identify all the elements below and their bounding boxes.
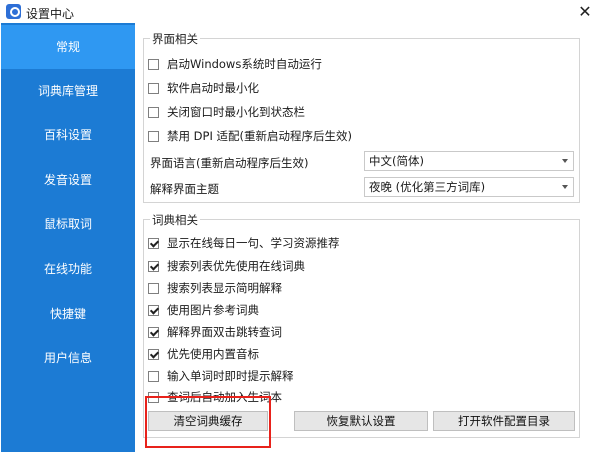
option-label: 启动Windows系统时自动运行 xyxy=(167,57,322,71)
language-select-value: 中文(简体) xyxy=(369,154,424,168)
checkbox-brief-explanation[interactable] xyxy=(148,282,159,294)
dictionary-group-title: 词典相关 xyxy=(150,212,200,228)
open-config-dir-button[interactable]: 打开软件配置目录 xyxy=(433,411,575,431)
option-label: 显示在线每日一句、学习资源推荐 xyxy=(167,236,340,250)
language-select[interactable]: 中文(简体) xyxy=(364,151,574,171)
option-label: 优先使用内置音标 xyxy=(167,347,259,361)
checkbox-start-minimized[interactable] xyxy=(148,82,159,94)
option-label: 输入单词时即时提示解释 xyxy=(167,369,294,383)
interface-group-title: 界面相关 xyxy=(150,31,200,47)
option-online-first[interactable]: 搜索列表优先使用在线词典 xyxy=(148,258,305,274)
option-minimize-to-tray[interactable]: 关闭窗口时最小化到状态栏 xyxy=(148,104,305,120)
checkbox-online-first[interactable] xyxy=(148,260,159,272)
highlight-box xyxy=(145,396,271,448)
option-label: 搜索列表优先使用在线词典 xyxy=(167,259,305,273)
chevron-down-icon xyxy=(562,185,568,189)
checkbox-instant-hint[interactable] xyxy=(148,370,159,382)
theme-select-value: 夜晚 (优化第三方词库) xyxy=(369,180,486,194)
sidebar-item-pronunciation[interactable]: 发音设置 xyxy=(1,158,135,202)
option-instant-hint[interactable]: 输入单词时即时提示解释 xyxy=(148,368,294,384)
option-label: 搜索列表显示简明解释 xyxy=(167,281,282,295)
checkbox-picture-dictionary[interactable] xyxy=(148,304,159,316)
sidebar-item-user-info[interactable]: 用户信息 xyxy=(1,336,135,380)
option-builtin-phonetic[interactable]: 优先使用内置音标 xyxy=(148,346,259,362)
option-disable-dpi[interactable]: 禁用 DPI 适配(重新启动程序后生效) xyxy=(148,128,352,144)
option-autostart[interactable]: 启动Windows系统时自动运行 xyxy=(148,56,322,72)
theme-select[interactable]: 夜晚 (优化第三方词库) xyxy=(364,177,574,197)
option-double-click-lookup[interactable]: 解释界面双击跳转查词 xyxy=(148,324,282,340)
sidebar-item-dictionary-library[interactable]: 词典库管理 xyxy=(1,69,135,113)
checkbox-minimize-to-tray[interactable] xyxy=(148,106,159,118)
language-label: 界面语言(重新启动程序后生效) xyxy=(150,156,309,170)
chevron-down-icon xyxy=(562,159,568,163)
checkbox-builtin-phonetic[interactable] xyxy=(148,348,159,360)
window-title: 设置中心 xyxy=(26,7,75,21)
checkbox-daily-sentence[interactable] xyxy=(148,237,159,249)
option-picture-dictionary[interactable]: 使用图片参考词典 xyxy=(148,302,259,318)
option-label: 解释界面双击跳转查词 xyxy=(167,325,282,339)
sidebar-item-encyclopedia[interactable]: 百科设置 xyxy=(1,113,135,157)
option-label: 禁用 DPI 适配(重新启动程序后生效) xyxy=(167,129,352,143)
theme-label: 解释界面主题 xyxy=(150,182,219,196)
checkbox-autostart[interactable] xyxy=(148,58,159,70)
sidebar: 常规 词典库管理 百科设置 发音设置 鼠标取词 在线功能 快捷键 用户信息 xyxy=(1,23,135,452)
sidebar-item-shortcuts[interactable]: 快捷键 xyxy=(1,292,135,336)
checkbox-double-click-lookup[interactable] xyxy=(148,326,159,338)
restore-defaults-button[interactable]: 恢复默认设置 xyxy=(294,411,428,431)
title-bar: 设置中心 ✕ xyxy=(0,0,600,24)
option-label: 关闭窗口时最小化到状态栏 xyxy=(167,105,305,119)
app-logo-icon xyxy=(6,4,21,19)
sidebar-item-online-features[interactable]: 在线功能 xyxy=(1,247,135,291)
close-button[interactable]: ✕ xyxy=(570,0,600,24)
option-brief-explanation[interactable]: 搜索列表显示简明解释 xyxy=(148,280,282,296)
sidebar-item-general[interactable]: 常规 xyxy=(1,25,135,69)
option-start-minimized[interactable]: 软件启动时最小化 xyxy=(148,80,259,96)
checkbox-disable-dpi[interactable] xyxy=(148,130,159,142)
option-label: 软件启动时最小化 xyxy=(167,81,259,95)
option-daily-sentence[interactable]: 显示在线每日一句、学习资源推荐 xyxy=(148,235,340,251)
sidebar-item-mouse-lookup[interactable]: 鼠标取词 xyxy=(1,202,135,246)
option-label: 使用图片参考词典 xyxy=(167,303,259,317)
